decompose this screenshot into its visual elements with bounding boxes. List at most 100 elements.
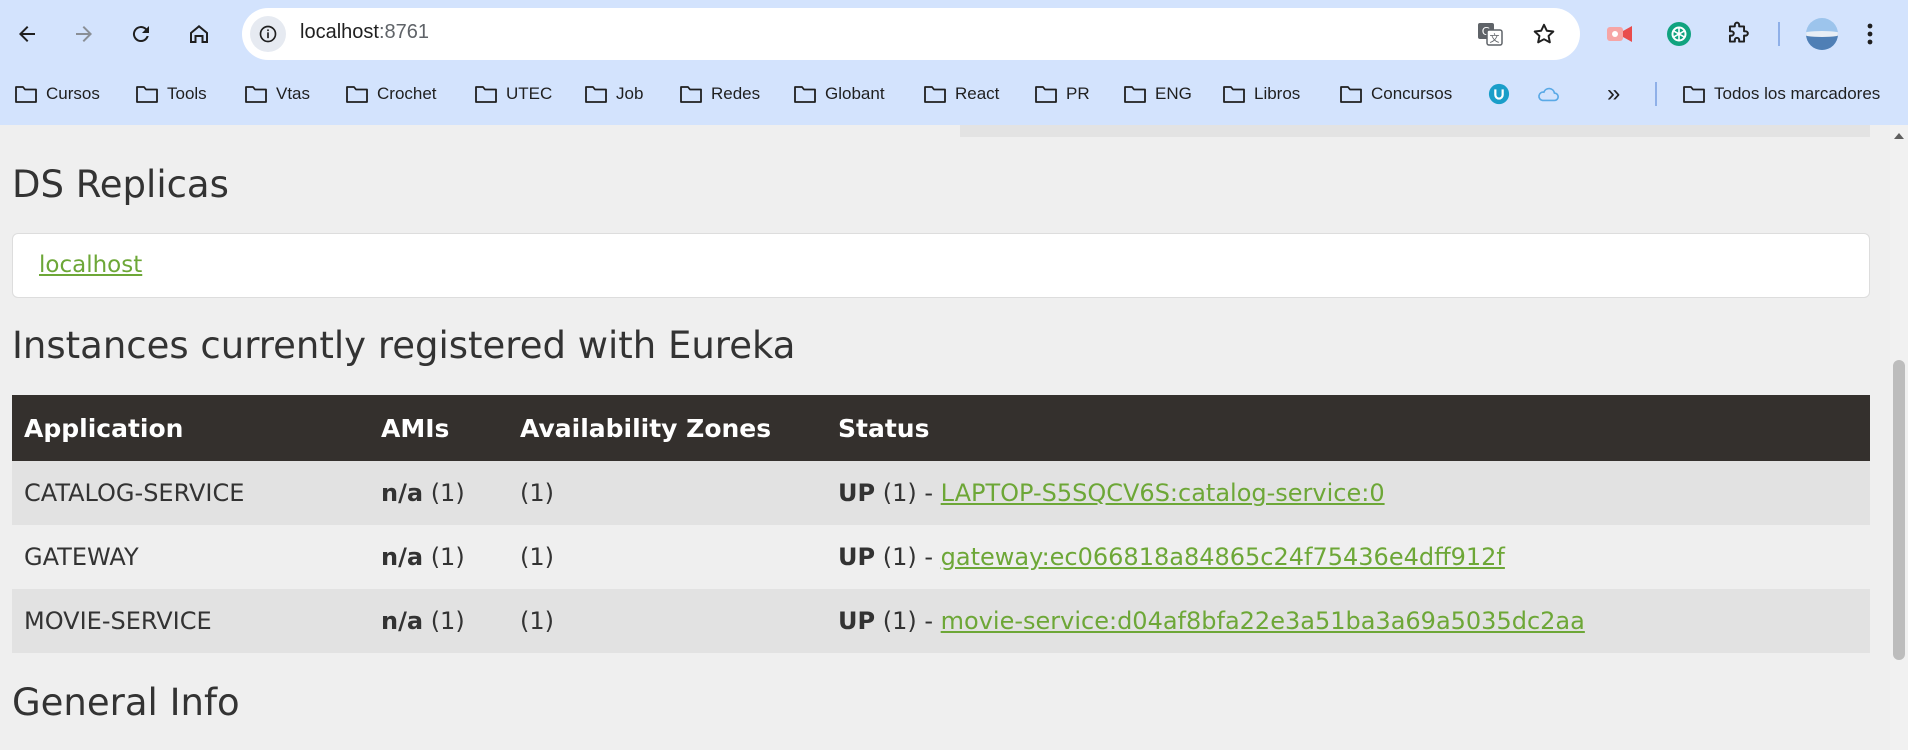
folder-icon: [924, 86, 946, 103]
eureka-dashboard: DS Replicas localhost Instances currentl…: [0, 125, 1890, 750]
more-vert-icon: [1867, 23, 1873, 45]
address-bar[interactable]: localhost:8761 G文: [242, 8, 1580, 60]
folder-icon: [1035, 86, 1057, 103]
bookmark-folder-cursos[interactable]: Cursos: [14, 80, 100, 108]
zones-cell: (1): [520, 543, 554, 571]
bookmark-label: Tools: [167, 84, 207, 103]
forward-button[interactable]: [63, 13, 105, 55]
table-row: GATEWAY n/a (1) (1) UP (1) - gateway:ec0…: [12, 525, 1870, 589]
url-text[interactable]: localhost:8761: [300, 21, 429, 44]
translate-button[interactable]: G文: [1474, 18, 1506, 50]
instance-link[interactable]: LAPTOP-S5SQCV6S:catalog-service:0: [941, 479, 1385, 507]
table-row: MOVIE-SERVICE n/a (1) (1) UP (1) - movie…: [12, 589, 1870, 653]
bookmark-label: Globant: [825, 84, 885, 103]
bookmark-label: Concursos: [1371, 84, 1453, 103]
bookmark-folder-react[interactable]: React: [923, 80, 999, 108]
bookmark-folder-crochet[interactable]: Crochet: [345, 80, 437, 108]
bookmark-cloud[interactable]: [1536, 80, 1560, 108]
bookmarks-overflow-button[interactable]: »: [1607, 80, 1620, 108]
folder-icon: [15, 86, 37, 103]
translate-icon: G文: [1478, 23, 1503, 46]
profile-button[interactable]: [1802, 14, 1842, 54]
home-button[interactable]: [178, 13, 220, 55]
bookmark-label: Cursos: [46, 84, 100, 103]
bookmark-label: UTEC: [506, 84, 553, 103]
bookmark-label: ENG: [1155, 84, 1192, 103]
puzzle-icon: [1728, 21, 1749, 43]
bookmarks-bar: Cursos Tools Vtas Crochet UTEC Job Redes…: [0, 74, 1908, 114]
folder-icon: [136, 86, 158, 103]
ds-replicas-heading: DS Replicas: [12, 163, 229, 206]
application-name: MOVIE-SERVICE: [24, 607, 212, 635]
previous-section-edge: [960, 125, 1870, 137]
back-button[interactable]: [6, 13, 48, 55]
bookmark-label: PR: [1066, 84, 1090, 103]
video-recorder-icon: [1607, 26, 1632, 42]
status-cell: UP (1) - movie-service:d04af8bfa22e3a51b…: [838, 607, 1585, 635]
folder-icon: [680, 86, 702, 103]
reload-button[interactable]: [120, 13, 162, 55]
folder-icon: [1223, 86, 1245, 103]
bookmark-folder-pr[interactable]: PR: [1034, 80, 1090, 108]
zones-cell: (1): [520, 479, 554, 507]
replicas-panel: localhost: [12, 233, 1870, 298]
column-header-application: Application: [24, 413, 184, 443]
star-icon: [1533, 23, 1555, 44]
arrow-left-icon: [19, 26, 35, 42]
bookmark-label: Libros: [1254, 84, 1301, 103]
extension-chatgpt-button[interactable]: [1659, 14, 1699, 54]
page-scrollbar[interactable]: [1890, 125, 1908, 750]
zones-cell: (1): [520, 607, 554, 635]
bookmark-star-button[interactable]: [1528, 18, 1560, 50]
bookmark-folder-redes[interactable]: Redes: [679, 80, 760, 108]
bookmark-folder-libros[interactable]: Libros: [1222, 80, 1300, 108]
bookmark-folder-job[interactable]: Job: [584, 80, 643, 108]
bookmark-label: Todos los marcadores: [1714, 84, 1881, 103]
table-row: CATALOG-SERVICE n/a (1) (1) UP (1) - LAP…: [12, 461, 1870, 525]
toolbar-divider: [1778, 22, 1780, 46]
column-header-zones: Availability Zones: [520, 413, 772, 443]
folder-icon: [1124, 86, 1146, 103]
application-name: CATALOG-SERVICE: [24, 479, 245, 507]
replica-link[interactable]: localhost: [39, 252, 142, 278]
all-bookmarks-folder[interactable]: Todos los marcadores: [1682, 80, 1880, 108]
bookmark-folder-concursos[interactable]: Concursos: [1339, 80, 1452, 108]
folder-icon: [346, 86, 368, 103]
extensions-button[interactable]: [1717, 14, 1757, 54]
folder-icon: [245, 86, 267, 103]
home-icon: [190, 25, 208, 43]
instance-link[interactable]: gateway:ec066818a84865c24f75436e4dff912f: [941, 543, 1505, 571]
reload-icon: [132, 26, 149, 43]
menu-button[interactable]: [1858, 14, 1882, 54]
scroll-up-icon[interactable]: [1894, 133, 1904, 139]
bookmark-udemy[interactable]: [1487, 80, 1511, 108]
instance-link[interactable]: movie-service:d04af8bfa22e3a51ba3a69a503…: [941, 607, 1585, 635]
column-header-amis: AMIs: [381, 413, 450, 443]
site-info-button[interactable]: [250, 16, 286, 52]
instances-table: Application AMIs Availability Zones Stat…: [12, 395, 1870, 653]
chevron-double-right-icon: »: [1607, 80, 1621, 107]
extension-recorder-button[interactable]: [1600, 14, 1640, 54]
arrow-right-icon: [76, 26, 92, 42]
bookmark-folder-globant[interactable]: Globant: [793, 80, 885, 108]
bookmark-folder-utec[interactable]: UTEC: [474, 80, 552, 108]
table-header-row: Application AMIs Availability Zones Stat…: [12, 395, 1870, 461]
svg-text:文: 文: [1490, 32, 1500, 45]
bookmark-folder-eng[interactable]: ENG: [1123, 80, 1192, 108]
udemy-u-icon: [1488, 83, 1510, 105]
general-info-heading: General Info: [12, 681, 240, 724]
amis-cell: n/a (1): [381, 479, 465, 507]
bookmarks-divider: [1655, 82, 1657, 106]
instances-heading: Instances currently registered with Eure…: [12, 324, 796, 367]
info-icon: [259, 25, 277, 43]
bookmark-folder-vtas[interactable]: Vtas: [244, 80, 310, 108]
scroll-thumb[interactable]: [1893, 360, 1905, 660]
bookmark-folder-tools[interactable]: Tools: [135, 80, 207, 108]
amis-cell: n/a (1): [381, 607, 465, 635]
bookmark-label: Crochet: [377, 84, 437, 103]
bookmark-label: React: [955, 84, 1000, 103]
folder-icon: [1340, 86, 1362, 103]
application-name: GATEWAY: [24, 543, 139, 571]
browser-toolbar: localhost:8761 G文 Cursos Tools Vtas Croc…: [0, 0, 1908, 125]
bookmark-label: Vtas: [276, 84, 311, 103]
